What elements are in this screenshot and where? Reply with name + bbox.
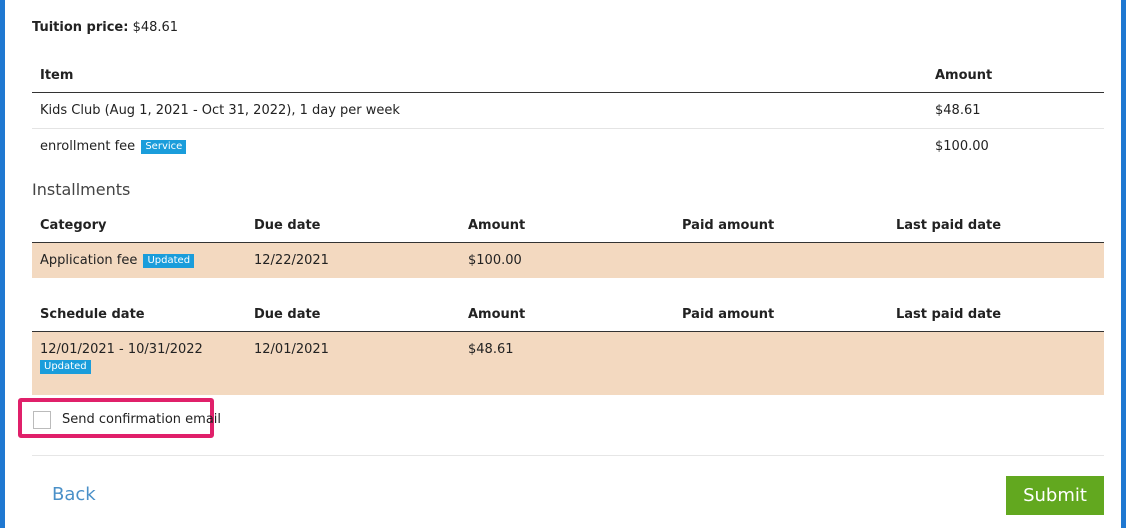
send-confirmation-checkbox[interactable] (33, 411, 51, 429)
table-row: Kids Club (Aug 1, 2021 - Oct 31, 2022), … (32, 92, 1104, 129)
table-row: Application fee Updated 12/22/2021 $100.… (32, 242, 1104, 278)
tuition-price: Tuition price: $48.61 (32, 20, 178, 35)
table-row: enrollment fee Service $100.00 (32, 129, 1104, 165)
amount-cell: $48.61 (927, 92, 1104, 129)
item-cell: Kids Club (Aug 1, 2021 - Oct 31, 2022), … (32, 92, 927, 129)
column-header-schedule-date: Schedule date (32, 297, 246, 332)
items-table-header: Item Amount (32, 58, 1104, 93)
installments-title: Installments (32, 180, 131, 199)
category-cell: Application fee Updated (32, 242, 246, 278)
paid-amount-cell (674, 331, 888, 395)
column-header-item: Item (32, 58, 927, 93)
paid-amount-cell (674, 242, 888, 278)
updated-badge: Updated (40, 360, 91, 374)
page-frame: Tuition price: $48.61 Item Amount Kids C… (0, 0, 1126, 528)
service-badge: Service (141, 139, 187, 154)
column-header-last-paid-date: Last paid date (888, 208, 1104, 243)
item-name: Kids Club (Aug 1, 2021 - Oct 31, 2022), … (40, 103, 400, 118)
table-row: 12/01/2021 - 10/31/2022 Updated 12/01/20… (32, 331, 1104, 395)
items-table: Item Amount Kids Club (Aug 1, 2021 - Oct… (32, 58, 1104, 164)
submit-button[interactable]: Submit (1006, 476, 1104, 515)
column-header-due-date: Due date (246, 297, 460, 332)
column-header-last-paid-date: Last paid date (888, 297, 1104, 332)
column-header-paid-amount: Paid amount (674, 208, 888, 243)
column-header-amount: Amount (460, 297, 674, 332)
due-date-cell: 12/22/2021 (246, 242, 460, 278)
send-confirmation-label[interactable]: Send confirmation email (62, 412, 221, 427)
column-header-due-date: Due date (246, 208, 460, 243)
back-link[interactable]: Back (52, 484, 96, 505)
item-cell: enrollment fee Service (32, 129, 927, 165)
amount-cell: $100.00 (935, 139, 989, 154)
amount-cell: $100.00 (460, 242, 674, 278)
last-paid-date-cell (888, 242, 1104, 278)
installments-table-header: Category Due date Amount Paid amount Las… (32, 208, 1104, 243)
column-header-amount: Amount (460, 208, 674, 243)
schedule-table: Schedule date Due date Amount Paid amoun… (32, 297, 1104, 395)
installments-table: Category Due date Amount Paid amount Las… (32, 208, 1104, 278)
schedule-date-cell: 12/01/2021 - 10/31/2022 Updated (32, 331, 246, 395)
amount-cell: $48.61 (460, 331, 674, 395)
category-name: Application fee (40, 253, 138, 268)
column-header-paid-amount: Paid amount (674, 297, 888, 332)
divider (32, 455, 1104, 456)
tuition-price-label: Tuition price: (32, 20, 129, 35)
tuition-price-value: $48.61 (132, 20, 179, 35)
column-header-amount: Amount (927, 58, 1104, 93)
item-name: enrollment fee (40, 139, 136, 154)
due-date-cell: 12/01/2021 (246, 331, 460, 395)
schedule-date: 12/01/2021 - 10/31/2022 (40, 342, 203, 357)
updated-badge: Updated (143, 253, 195, 268)
column-header-category: Category (32, 208, 246, 243)
last-paid-date-cell (888, 331, 1104, 395)
confirmation-highlight: Send confirmation email (18, 398, 221, 438)
schedule-table-header: Schedule date Due date Amount Paid amoun… (32, 297, 1104, 332)
